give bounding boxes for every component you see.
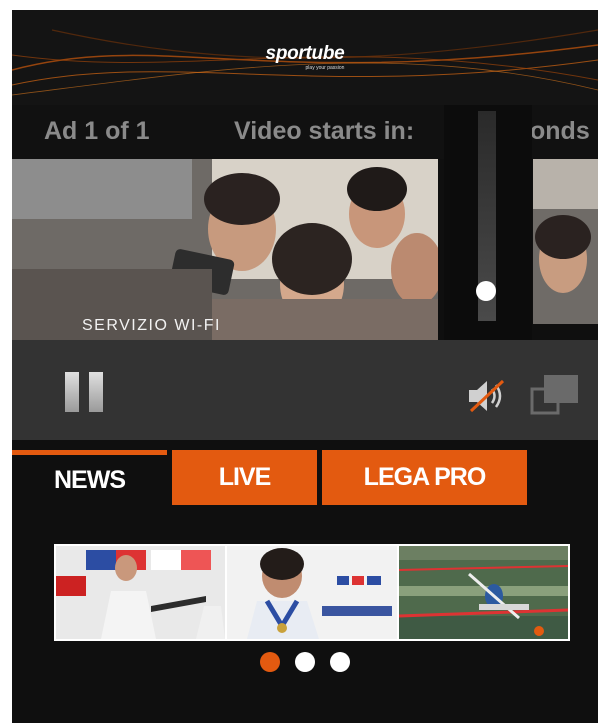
news-thumbnail-canoe[interactable] xyxy=(399,546,568,639)
news-thumbnail-medal[interactable] xyxy=(227,546,397,639)
volume-slider-handle[interactable] xyxy=(476,281,496,301)
pause-button[interactable] xyxy=(65,372,103,412)
carousel-dot-2[interactable] xyxy=(295,652,315,672)
tab-lega-pro[interactable]: LEGA PRO xyxy=(322,450,527,505)
player-controls-bar xyxy=(12,340,598,440)
ad-countdown-tail: onds xyxy=(530,117,590,145)
news-thumbnail-fencing[interactable] xyxy=(56,546,225,639)
ad-countdown-label: Video starts in: xyxy=(234,117,415,145)
video-frame-image xyxy=(12,159,438,340)
fullscreen-icon[interactable] xyxy=(530,373,580,422)
logo-tagline: play your passion xyxy=(305,65,345,71)
volume-slider-panel xyxy=(444,105,532,341)
tab-live[interactable]: LIVE xyxy=(172,450,317,505)
ad-count-label: Ad 1 of 1 xyxy=(44,117,150,145)
app-frame: sportube play your passion Ad 1 of 1 Vid… xyxy=(12,10,598,723)
tab-news[interactable]: NEWS xyxy=(12,450,167,505)
carousel-dot-3[interactable] xyxy=(330,652,350,672)
video-preview-partial xyxy=(533,159,598,324)
section-tabs: NEWS LIVE LEGA PRO xyxy=(12,450,598,510)
news-carousel xyxy=(54,544,570,641)
header-banner: sportube play your passion xyxy=(12,10,598,105)
sportube-logo[interactable]: sportube xyxy=(12,43,598,65)
mute-icon[interactable] xyxy=(465,377,509,420)
carousel-dot-1[interactable] xyxy=(260,652,280,672)
video-caption: SERVIZIO WI-FI xyxy=(82,317,221,334)
video-player[interactable]: SERVIZIO WI-FI xyxy=(12,159,438,340)
